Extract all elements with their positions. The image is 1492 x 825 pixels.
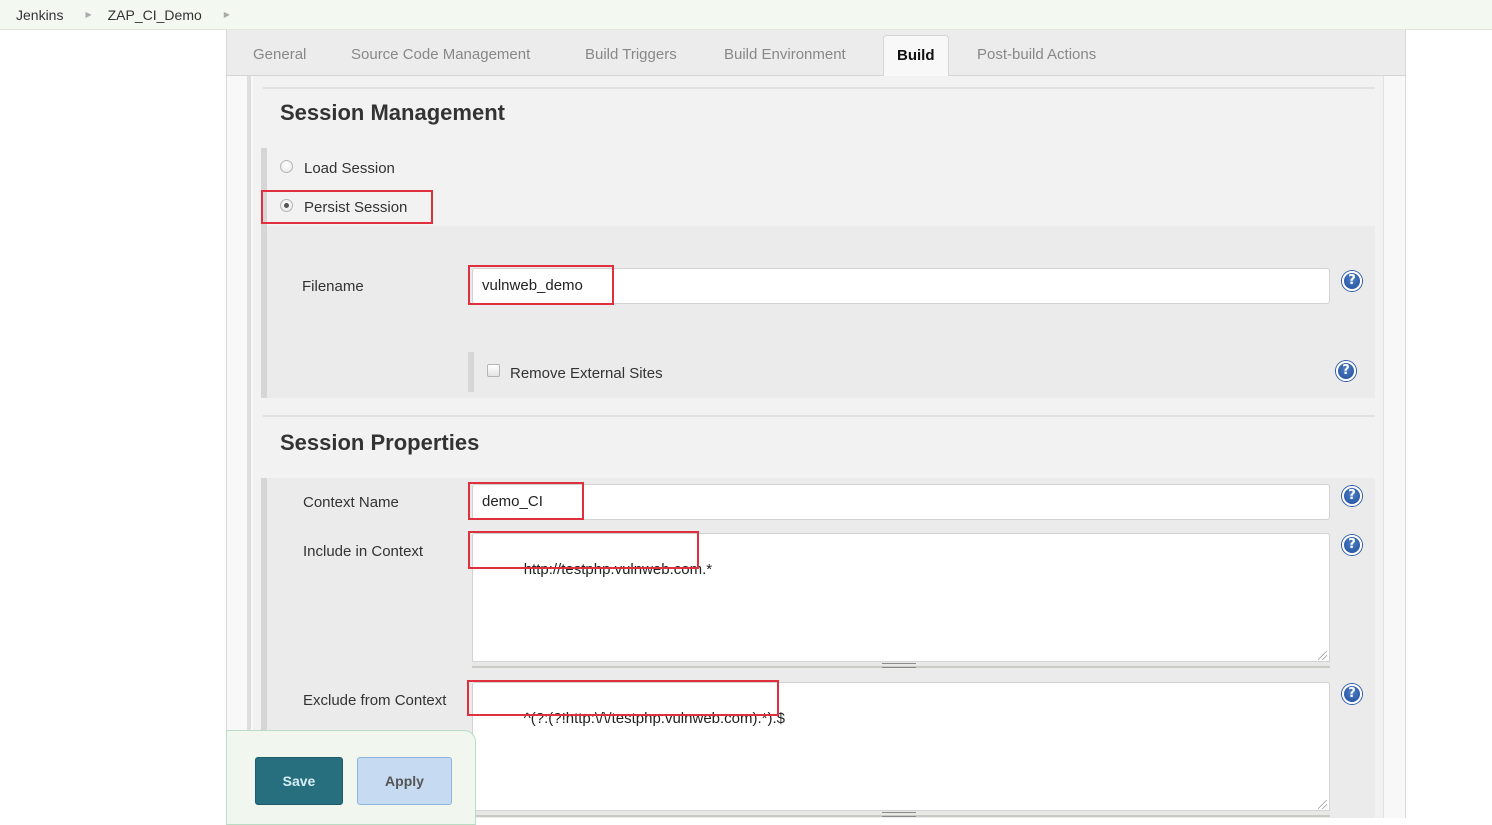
help-icon[interactable]: ? — [1342, 271, 1362, 291]
session-management-title: Session Management — [280, 100, 505, 125]
radio-load-session[interactable]: Load Session — [280, 160, 395, 177]
right-gutter — [1383, 76, 1405, 818]
filename-input[interactable]: vulnweb_demo — [472, 268, 1330, 304]
tab-post-build-actions[interactable]: Post-build Actions — [977, 35, 1096, 76]
tab-build-triggers[interactable]: Build Triggers — [585, 35, 677, 76]
resize-grip-icon[interactable] — [1318, 800, 1327, 809]
textarea-resize-handle[interactable] — [472, 661, 1330, 668]
breadcrumb: Jenkins ▶ ZAP_CI_Demo ▶ — [0, 0, 1492, 30]
section-stripe — [247, 76, 251, 818]
tab-build-environment[interactable]: Build Environment — [724, 35, 846, 76]
radio-label: Load Session — [304, 160, 395, 177]
help-icon[interactable]: ? — [1336, 361, 1356, 381]
chevron-right-icon[interactable]: ▶ — [202, 10, 230, 19]
radio-persist-session[interactable]: Persist Session — [280, 199, 407, 216]
help-icon[interactable]: ? — [1342, 535, 1362, 555]
context-name-label: Context Name — [303, 494, 399, 511]
zap-build-step-panel: Session Management Load Session Persist … — [253, 76, 1383, 818]
help-icon[interactable]: ? — [1342, 684, 1362, 704]
include-in-context-label: Include in Context — [303, 543, 424, 560]
radio-button[interactable] — [280, 160, 293, 173]
tab-build[interactable]: Build — [883, 35, 949, 77]
tab-bar: General Source Code Management Build Tri… — [227, 30, 1405, 77]
divider — [263, 87, 1375, 89]
radio-button-checked[interactable] — [280, 199, 293, 212]
context-name-input[interactable]: demo_CI — [472, 484, 1330, 520]
breadcrumb-item-jenkins[interactable]: Jenkins — [0, 7, 63, 23]
exclude-from-context-textarea[interactable]: ^(?:(?!http:\/\/testphp.vulnweb.com).*).… — [472, 682, 1330, 812]
checkbox-stripe — [468, 352, 474, 392]
chevron-right-icon[interactable]: ▶ — [63, 10, 91, 19]
include-in-context-textarea[interactable]: http://testphp.vulnweb.com.* — [472, 533, 1330, 663]
radio-label: Persist Session — [304, 199, 408, 216]
save-button[interactable]: Save — [255, 757, 343, 805]
build-step-content: Session Management Load Session Persist … — [227, 76, 1405, 818]
textarea-resize-handle[interactable] — [472, 810, 1330, 817]
bottom-action-bar: Save Apply — [226, 730, 476, 825]
persist-session-options: Filename vulnweb_demo ? Remove External … — [267, 226, 1375, 398]
divider — [263, 415, 1375, 417]
filename-label: Filename — [302, 278, 364, 295]
textarea-value: ^(?:(?!http:\/\/testphp.vulnweb.com).*).… — [523, 710, 786, 727]
resize-grip-icon[interactable] — [1318, 651, 1327, 660]
tab-source-code-management[interactable]: Source Code Management — [351, 35, 530, 76]
config-panel: General Source Code Management Build Tri… — [226, 30, 1406, 818]
session-properties-title: Session Properties — [280, 430, 480, 455]
remove-external-sites-label: Remove External Sites — [510, 365, 663, 382]
exclude-from-context-label: Exclude from Context — [303, 692, 447, 709]
breadcrumb-item-project[interactable]: ZAP_CI_Demo — [92, 7, 202, 23]
tab-general[interactable]: General — [253, 35, 306, 76]
textarea-value: http://testphp.vulnweb.com.* — [523, 561, 713, 578]
apply-button[interactable]: Apply — [357, 757, 452, 805]
remove-external-sites-checkbox[interactable] — [487, 364, 500, 377]
help-icon[interactable]: ? — [1342, 486, 1362, 506]
